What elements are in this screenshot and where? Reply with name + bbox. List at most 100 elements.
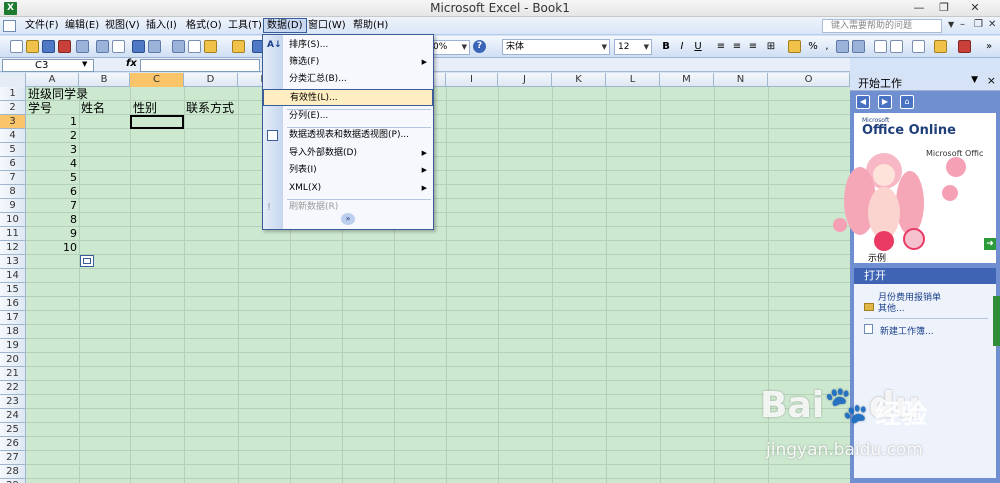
italic-button[interactable]: I [675, 40, 689, 54]
format-painter-icon[interactable] [232, 40, 245, 53]
decrease-indent-icon[interactable] [874, 40, 887, 53]
row-header-23[interactable]: 23 [0, 395, 26, 409]
toolbar-options-icon[interactable]: » [982, 40, 996, 54]
percent-icon[interactable]: % [806, 40, 820, 54]
row-header-22[interactable]: 22 [0, 381, 26, 395]
comma-icon[interactable]: , [820, 40, 834, 54]
menu-data[interactable]: 数据(D) [263, 18, 307, 33]
column-header-c[interactable]: C [130, 73, 184, 87]
copy-icon[interactable] [188, 40, 201, 53]
row-header-10[interactable]: 10 [0, 213, 26, 227]
go-arrow-icon[interactable]: ➜ [984, 238, 996, 250]
row-header-24[interactable]: 24 [0, 409, 26, 423]
menu-item-filter[interactable]: 筛选(F) ▶ [263, 54, 433, 71]
align-right-icon[interactable]: ≡ [746, 40, 760, 54]
doc-close-button[interactable]: ✕ [988, 19, 996, 30]
open-icon[interactable] [26, 40, 39, 53]
cell-b2[interactable]: 姓名 [81, 101, 105, 115]
menu-item-list[interactable]: 列表(I) ▶ [263, 162, 433, 179]
doc-restore-button[interactable]: ❐ [974, 19, 983, 30]
new-workbook-link[interactable]: 新建工作簿... [880, 324, 934, 337]
fill-color-icon[interactable] [934, 40, 947, 53]
scrollbar-grip[interactable] [993, 296, 1000, 346]
cell-a2[interactable]: 学号 [28, 101, 52, 115]
menu-item-xml[interactable]: XML(X) ▶ [263, 180, 433, 197]
email-icon[interactable] [76, 40, 89, 53]
menu-item-sort[interactable]: A↓ 排序(S)... [263, 37, 433, 54]
column-header-n[interactable]: N [714, 73, 768, 87]
increase-decimal-icon[interactable] [836, 40, 849, 53]
row-header-21[interactable]: 21 [0, 367, 26, 381]
row-header-5[interactable]: 5 [0, 143, 26, 157]
menu-tools[interactable]: 工具(T) [225, 19, 265, 34]
document-icon[interactable] [3, 20, 16, 32]
align-left-icon[interactable]: ≡ [714, 40, 728, 54]
menu-item-validation[interactable]: 有效性(L)... [263, 89, 433, 106]
close-button[interactable]: ✕ [960, 0, 990, 16]
row-header-7[interactable]: 7 [0, 171, 26, 185]
expand-menu-icon[interactable]: » [341, 213, 355, 225]
name-box[interactable]: C3 [2, 59, 94, 72]
row-header-28[interactable]: 28 [0, 465, 26, 479]
auto-fill-options-button[interactable] [80, 255, 94, 267]
cell-a12[interactable]: 10 [26, 241, 77, 255]
menu-item-text-to-columns[interactable]: 分列(E)... [263, 108, 433, 125]
row-header-3[interactable]: 3 [0, 115, 26, 129]
row-header-25[interactable]: 25 [0, 423, 26, 437]
row-header-16[interactable]: 16 [0, 297, 26, 311]
increase-indent-icon[interactable] [890, 40, 903, 53]
open-other-link[interactable]: 其他... [878, 301, 905, 314]
row-header-8[interactable]: 8 [0, 185, 26, 199]
borders-icon[interactable] [912, 40, 925, 53]
insert-function-icon[interactable]: fx [126, 58, 137, 69]
cell-a8[interactable]: 6 [26, 185, 77, 199]
research-icon[interactable] [148, 40, 161, 53]
row-header-18[interactable]: 18 [0, 325, 26, 339]
font-size-select[interactable]: 12 ▼ [614, 39, 652, 55]
cell-a4[interactable]: 2 [26, 129, 77, 143]
office-online-logo[interactable]: Office Online [862, 123, 956, 138]
row-header-2[interactable]: 2 [0, 101, 26, 115]
menu-format[interactable]: 格式(O) [183, 19, 225, 34]
currency-icon[interactable] [788, 40, 801, 53]
new-icon[interactable] [10, 40, 23, 53]
row-header-11[interactable]: 11 [0, 227, 26, 241]
cell-a5[interactable]: 3 [26, 143, 77, 157]
row-header-29[interactable]: 29 [0, 479, 26, 483]
maximize-button[interactable]: ❐ [933, 0, 955, 16]
row-header-4[interactable]: 4 [0, 129, 26, 143]
column-header-k[interactable]: K [552, 73, 606, 87]
cell-a7[interactable]: 5 [26, 171, 77, 185]
merge-center-icon[interactable]: ⊞ [764, 40, 778, 54]
column-header-b[interactable]: B [79, 73, 130, 87]
row-header-9[interactable]: 9 [0, 199, 26, 213]
column-header-i[interactable]: I [446, 73, 498, 87]
row-header-1[interactable]: 1 [0, 87, 26, 101]
menu-help[interactable]: 帮助(H) [350, 19, 391, 34]
row-header-15[interactable]: 15 [0, 283, 26, 297]
help-dropdown-icon[interactable]: ▼ [948, 20, 954, 29]
cell-d2[interactable]: 联系方式 [186, 101, 234, 115]
cell-a3[interactable]: 1 [26, 115, 77, 129]
print-preview-icon[interactable] [112, 40, 125, 53]
column-header-j[interactable]: J [498, 73, 552, 87]
row-header-17[interactable]: 17 [0, 311, 26, 325]
decrease-decimal-icon[interactable] [852, 40, 865, 53]
print-icon[interactable] [96, 40, 109, 53]
column-header-l[interactable]: L [606, 73, 660, 87]
cell-a9[interactable]: 7 [26, 199, 77, 213]
cell-a11[interactable]: 9 [26, 227, 77, 241]
cell-a1[interactable]: 班级同学录 [28, 87, 88, 101]
paste-icon[interactable] [204, 40, 217, 53]
formula-input[interactable] [140, 59, 260, 72]
active-cell-c3[interactable] [130, 115, 184, 129]
chevron-down-icon[interactable]: ▼ [82, 60, 87, 68]
forward-icon[interactable]: ▶ [878, 95, 892, 109]
row-header-12[interactable]: 12 [0, 241, 26, 255]
row-header-14[interactable]: 14 [0, 269, 26, 283]
row-header-27[interactable]: 27 [0, 451, 26, 465]
cell-a6[interactable]: 4 [26, 157, 77, 171]
menu-item-subtotals[interactable]: 分类汇总(B)... [263, 71, 433, 88]
row-header-6[interactable]: 6 [0, 157, 26, 171]
underline-button[interactable]: U [691, 40, 705, 54]
